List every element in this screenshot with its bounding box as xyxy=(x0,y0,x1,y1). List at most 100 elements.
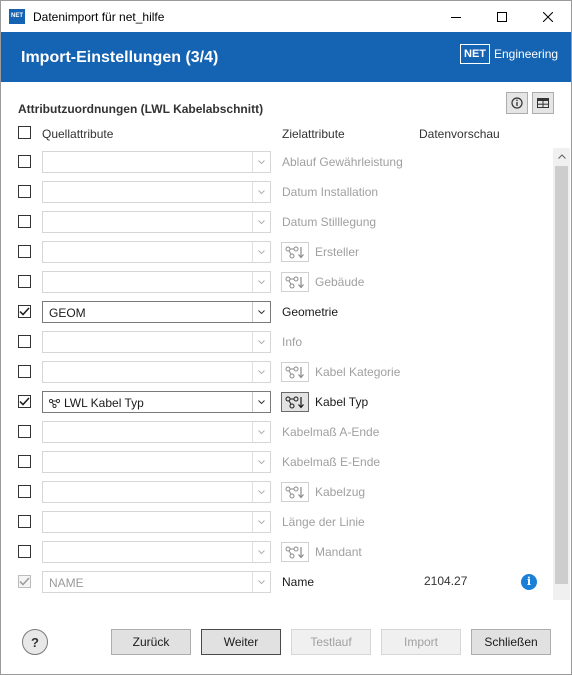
source-attribute-select[interactable] xyxy=(42,211,271,233)
chevron-down-icon[interactable] xyxy=(252,482,270,502)
row-checkbox[interactable] xyxy=(18,485,31,498)
row-checkbox[interactable] xyxy=(18,395,31,408)
row-checkbox[interactable] xyxy=(18,305,31,318)
target-attribute-label: Kabel Typ xyxy=(315,395,369,409)
title-bar: NET Datenimport für net_hilfe xyxy=(1,1,571,32)
chevron-down-icon[interactable] xyxy=(252,572,270,592)
target-attribute-label: Kabel Kategorie xyxy=(315,365,401,379)
relation-icon xyxy=(48,397,61,411)
relation-link-icon xyxy=(285,546,305,559)
relation-link-button[interactable] xyxy=(281,542,309,562)
chevron-down-icon[interactable] xyxy=(252,512,270,532)
chevron-down-icon[interactable] xyxy=(252,302,270,322)
minimize-button[interactable] xyxy=(433,1,479,32)
source-attribute-select[interactable] xyxy=(42,481,271,503)
select-all-checkbox[interactable] xyxy=(18,126,31,139)
data-preview-value: 2104.27 xyxy=(424,574,468,588)
column-header-source: Quellattribute xyxy=(42,127,114,141)
chevron-down-icon[interactable] xyxy=(252,332,270,352)
row-checkbox[interactable] xyxy=(18,245,31,258)
chevron-down-icon[interactable] xyxy=(252,422,270,442)
close-window-button[interactable] xyxy=(525,1,571,32)
scroll-up-button[interactable] xyxy=(553,148,570,165)
app-icon: NET xyxy=(9,9,25,24)
source-attribute-select[interactable] xyxy=(42,241,271,263)
next-button[interactable]: Weiter xyxy=(201,629,281,655)
relation-link-icon xyxy=(285,366,305,379)
chevron-down-icon[interactable] xyxy=(252,452,270,472)
minimize-icon xyxy=(451,16,461,18)
row-checkbox[interactable] xyxy=(18,575,31,588)
source-attribute-select[interactable]: NAME xyxy=(42,571,271,593)
source-attribute-select[interactable]: GEOM xyxy=(42,301,271,323)
source-attribute-select[interactable]: LWL Kabel Typ xyxy=(42,391,271,413)
net-engineering-logo: NET Engineering xyxy=(460,44,558,64)
relation-link-button[interactable] xyxy=(281,272,309,292)
info-icon[interactable]: i xyxy=(521,574,537,590)
row-checkbox[interactable] xyxy=(18,365,31,378)
row-checkbox[interactable] xyxy=(18,545,31,558)
source-attribute-value: GEOM xyxy=(49,306,86,320)
source-attribute-select[interactable] xyxy=(42,151,271,173)
row-checkbox[interactable] xyxy=(18,215,31,228)
scroll-thumb[interactable] xyxy=(555,166,568,584)
source-attribute-select[interactable] xyxy=(42,511,271,533)
import-button[interactable]: Import xyxy=(381,629,461,655)
relation-link-button[interactable] xyxy=(281,362,309,382)
target-attribute-label: Datum Installation xyxy=(282,185,379,199)
chevron-down-icon[interactable] xyxy=(252,182,270,202)
source-attribute-value: LWL Kabel Typ xyxy=(48,396,144,411)
row-checkbox[interactable] xyxy=(18,155,31,168)
table-view-button[interactable] xyxy=(532,92,554,114)
source-attribute-text: NAME xyxy=(49,576,84,590)
source-attribute-select[interactable] xyxy=(42,331,271,353)
logo-mark: NET xyxy=(460,44,490,64)
target-attribute-label: Kabelzug xyxy=(315,485,366,499)
logo-text: Engineering xyxy=(494,47,559,61)
source-attribute-value: NAME xyxy=(49,576,84,590)
row-checkbox[interactable] xyxy=(18,425,31,438)
relation-link-button[interactable] xyxy=(281,242,309,262)
chevron-down-icon[interactable] xyxy=(252,212,270,232)
chevron-down-icon[interactable] xyxy=(252,362,270,382)
close-button[interactable]: Schließen xyxy=(471,629,551,655)
relation-link-button[interactable] xyxy=(281,482,309,502)
maximize-button[interactable] xyxy=(479,1,525,32)
source-attribute-select[interactable] xyxy=(42,361,271,383)
row-checkbox[interactable] xyxy=(18,455,31,468)
info-button[interactable] xyxy=(506,92,528,114)
close-icon xyxy=(543,11,553,22)
source-attribute-select[interactable] xyxy=(42,271,271,293)
source-attribute-text: GEOM xyxy=(49,306,86,320)
column-header-target: Zielattribute xyxy=(282,127,345,141)
target-attribute-label: Kabelmaß E-Ende xyxy=(282,455,381,469)
row-checkbox[interactable] xyxy=(18,275,31,288)
source-attribute-text: LWL Kabel Typ xyxy=(64,396,144,410)
chevron-down-icon[interactable] xyxy=(252,242,270,262)
vertical-scrollbar[interactable] xyxy=(553,148,570,600)
relation-link-button[interactable] xyxy=(281,392,309,412)
help-button[interactable]: ? xyxy=(22,629,48,655)
chevron-down-icon[interactable] xyxy=(252,152,270,172)
target-attribute-label: Länge der Linie xyxy=(282,515,365,529)
source-attribute-select[interactable] xyxy=(42,421,271,443)
page-title: Import-Einstellungen (3/4) xyxy=(21,49,219,66)
target-attribute-label: Gebäude xyxy=(315,275,365,289)
test-run-button[interactable]: Testlauf xyxy=(291,629,371,655)
row-checkbox[interactable] xyxy=(18,515,31,528)
source-attribute-select[interactable] xyxy=(42,181,271,203)
back-button[interactable]: Zurück xyxy=(111,629,191,655)
source-attribute-select[interactable] xyxy=(42,451,271,473)
row-checkbox[interactable] xyxy=(18,335,31,348)
target-attribute-label: Mandant xyxy=(315,545,362,559)
chevron-down-icon[interactable] xyxy=(252,542,270,562)
row-checkbox[interactable] xyxy=(18,185,31,198)
source-attribute-select[interactable] xyxy=(42,541,271,563)
section-title: Attributzuordnungen (LWL Kabelabschnitt) xyxy=(18,102,264,116)
chevron-down-icon[interactable] xyxy=(252,272,270,292)
window-title: Datenimport für net_hilfe xyxy=(33,10,165,24)
chevron-up-icon xyxy=(557,154,566,159)
target-attribute-label: Geometrie xyxy=(282,305,339,319)
chevron-down-icon[interactable] xyxy=(252,392,270,412)
target-attribute-label: Info xyxy=(282,335,303,349)
